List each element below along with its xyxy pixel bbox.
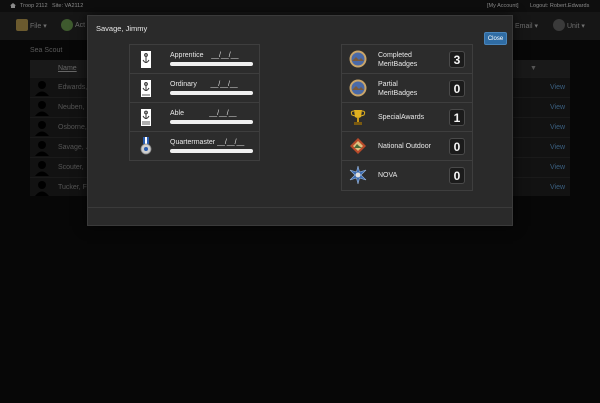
top-bar: Troop 2112 Site: VA2112 [My Account] Log…	[0, 0, 600, 12]
avatar-icon	[35, 141, 49, 156]
view-link[interactable]: View	[550, 104, 565, 111]
award-label: Partial	[378, 81, 398, 88]
avatar-icon	[35, 81, 49, 96]
merit-badge-icon	[349, 50, 367, 68]
rank-label: Quartermaster __/__/__	[170, 139, 245, 146]
rank-row-apprentice: Apprentice __/__/__	[130, 45, 259, 74]
award-count-badge: 3	[449, 51, 465, 68]
nova-icon	[349, 166, 367, 184]
award-row-special-awards[interactable]: SpecialAwards 1	[342, 103, 472, 132]
award-row-nova[interactable]: NOVA 0	[342, 161, 472, 190]
home-icon[interactable]	[10, 3, 16, 8]
filter-icon[interactable]: ▼	[530, 65, 537, 72]
rank-label: Able __/__/__	[170, 110, 237, 117]
view-link[interactable]: View	[550, 144, 565, 151]
national-outdoor-icon	[350, 138, 366, 154]
row-name: Tucker, F	[58, 184, 87, 191]
rank-progress-bar	[170, 120, 253, 124]
section-title: Sea Scout	[30, 47, 63, 54]
modal-title: Savage, Jimmy	[96, 24, 148, 33]
avatar-icon	[35, 101, 49, 116]
award-label: SpecialAwards	[378, 114, 425, 121]
award-row-completed-merit-badges[interactable]: Completed MeritBadges 3	[342, 45, 472, 74]
rank-panel: Apprentice __/__/__ Ordinary __/__/__ Ab…	[129, 44, 260, 161]
view-link[interactable]: View	[550, 124, 565, 131]
award-count-badge: 1	[449, 109, 465, 126]
award-label: NOVA	[378, 172, 398, 179]
activities-icon	[61, 19, 73, 31]
rank-label: Apprentice __/__/__	[170, 52, 239, 59]
view-link[interactable]: View	[550, 184, 565, 191]
row-name: Osborne,	[58, 124, 87, 131]
award-label: National Outdoor	[378, 143, 431, 150]
avatar-icon	[35, 181, 49, 196]
row-name: Edwards,	[58, 84, 88, 91]
row-name: Scouter,	[58, 164, 84, 171]
award-panel: Completed MeritBadges 3 Partial MeritBad…	[341, 44, 473, 191]
award-label: Completed	[378, 52, 412, 59]
troop-label: Troop 2112	[20, 3, 48, 9]
menu-activities[interactable]: Act	[75, 22, 85, 29]
row-name: Savage, J	[58, 144, 90, 151]
rank-progress-bar	[170, 149, 253, 153]
award-count-badge: 0	[449, 167, 465, 184]
ordinary-rank-icon	[141, 80, 151, 97]
award-label: MeritBadges	[378, 61, 418, 68]
award-label: MeritBadges	[378, 90, 418, 97]
award-count-badge: 0	[449, 138, 465, 155]
rank-row-able: Able __/__/__	[130, 103, 259, 132]
close-button[interactable]: Close	[484, 32, 507, 45]
rank-progress-bar	[170, 91, 253, 95]
unit-icon	[553, 19, 565, 31]
apprentice-rank-icon	[141, 51, 151, 68]
scout-detail-modal: Savage, Jimmy Close Apprentice __/__/__ …	[87, 15, 513, 226]
menu-file[interactable]: File ▾	[30, 22, 47, 30]
row-name: Neuben,	[58, 104, 85, 111]
rank-label: Ordinary __/__/__	[170, 81, 238, 88]
name-column-header[interactable]: Name	[58, 65, 77, 72]
menu-unit[interactable]: Unit ▾	[567, 22, 585, 30]
rank-progress-bar	[170, 62, 253, 66]
merit-badge-icon	[349, 79, 367, 97]
quartermaster-medal-icon	[140, 137, 152, 155]
award-count-badge: 0	[449, 80, 465, 97]
menu-email[interactable]: Email ▾	[515, 22, 538, 30]
trophy-icon	[350, 110, 366, 125]
rank-row-ordinary: Ordinary __/__/__	[130, 74, 259, 103]
file-icon	[16, 19, 28, 31]
my-account-link[interactable]: [My Account]	[487, 3, 519, 9]
logout-link[interactable]: Logout: Robert.Edwards	[530, 3, 589, 9]
modal-footer-divider	[88, 207, 512, 208]
avatar-icon	[35, 121, 49, 136]
avatar-icon	[35, 161, 49, 176]
view-link[interactable]: View	[550, 84, 565, 91]
able-rank-icon	[141, 109, 151, 126]
award-row-national-outdoor[interactable]: National Outdoor 0	[342, 132, 472, 161]
view-link[interactable]: View	[550, 164, 565, 171]
site-label: Site: VA2112	[52, 3, 84, 9]
award-row-partial-merit-badges[interactable]: Partial MeritBadges 0	[342, 74, 472, 103]
rank-row-quartermaster: Quartermaster __/__/__	[130, 132, 259, 161]
